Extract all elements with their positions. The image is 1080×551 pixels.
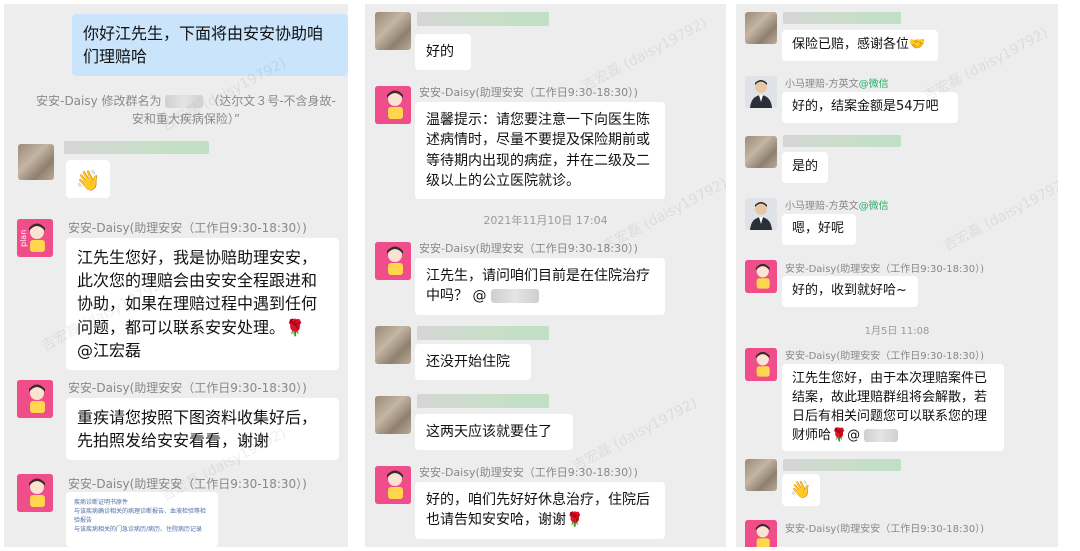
assistant-avatar[interactable] [745,260,777,293]
girl-avatar-icon [375,86,411,124]
assistant-avatar[interactable] [375,86,411,124]
wechat-tag: @微信 [858,201,889,212]
blurred-sender-name [64,141,209,154]
girl-avatar-icon [375,242,411,280]
assistant-avatar[interactable] [375,242,411,280]
message-bubble-emoji[interactable]: 👋 [782,474,820,506]
hand-emoji-icon: 👋 [790,480,812,500]
blurred-avatar[interactable] [745,136,777,168]
blurred-sender-name [783,12,901,24]
assistant-avatar[interactable] [17,380,53,418]
message-bubble[interactable]: 保险已赔，感谢各位🤝 [782,30,938,61]
card-line: 与该疾病相关的门急诊病历/病历、住院病历记录 [74,526,203,533]
message-bubble-self[interactable]: 你好江先生，下面将由安安协助咱们理赔哈 [72,14,348,77]
watermark: 吉宏磊 (daisy19792) [940,175,1058,255]
message-bubble[interactable]: 重疾请您按照下图资料收集好后，先拍照发给安安看看，谢谢 [66,398,339,461]
card-line: 疾病诊断证明书原件 [74,499,129,506]
blurred-sender-name [783,459,901,471]
girl-avatar-icon: plan [17,219,53,257]
mention[interactable]: @江宏磊 [77,341,141,360]
blurred-avatar[interactable] [375,396,411,434]
message-bubble-emoji[interactable]: 👋 [66,160,110,198]
blurred-sender-name [417,326,549,340]
sender-name: 安安-Daisy(助理安安（工作日9:30-18:30）) [785,264,985,275]
sender-name: 安安-Daisy(助理安安（工作日9:30-18:30）) [68,381,307,395]
sender-name: 安安-Daisy(助理安安（工作日9:30-18:30）) [419,86,638,99]
girl-avatar-icon [745,260,777,293]
blurred-sender-name [417,394,549,408]
blurred-sender-name [417,12,549,26]
card-line: 与该疾病确诊相关的病理诊断报告、血液检验等检验报告 [74,508,207,524]
hand-emoji-icon: 👋 [75,168,101,192]
blurred-sender-name [783,135,901,147]
girl-avatar-icon [17,474,53,512]
watermark: 吉宏磊 (daisy19792) [569,395,700,475]
message-bubble[interactable]: 江先生您好，由于本次理赔案件已结案，故此理赔群组将会解散，若日后有相关问题您可以… [782,364,1004,452]
message-bubble[interactable]: 好的，收到就好哈~ [782,276,918,307]
blurred-avatar[interactable] [375,326,411,364]
blurred-avatar[interactable] [18,144,54,180]
sender-name: 小马理赔-方英文@微信 [785,201,889,212]
message-bubble[interactable]: 江先生，请问咱们目前是在住院治疗中吗？ @ [415,258,665,315]
image-message-card[interactable]: 疾病诊断证明书原件 与该疾病确诊相关的病理诊断报告、血液检验等检验报告 与该疾病… [66,492,218,547]
sender-name: 安安-Daisy(助理安安（工作日9:30-18:30）) [785,351,985,362]
wechat-tag: @微信 [858,79,889,90]
message-bubble[interactable]: 好的 [415,34,471,70]
watermark: 吉宏磊 (daisy19792) [920,25,1051,105]
svg-text:plan: plan [19,230,28,247]
girl-avatar-icon [17,380,53,418]
assistant-avatar[interactable] [745,348,777,381]
girl-avatar-icon [375,466,411,504]
message-bubble[interactable]: 这两天应该就要住了 [415,414,573,450]
blurred-avatar[interactable] [745,459,777,491]
timestamp: 1月5日 11:08 [864,326,930,337]
agent-avatar[interactable] [745,198,777,230]
man-in-suit-icon [745,198,777,230]
blurred-mention [864,428,899,442]
sender-name: 小马理赔-方英文@微信 [785,79,889,90]
blurred-avatar[interactable] [375,12,411,50]
message-text: 江先生您好，我是协赔助理安安，此次您的理赔会由安安全程跟进和协助，如果在理赔过程… [77,248,318,337]
chat-panel-3: 保险已赔，感谢各位🤝 小马理赔-方英文@微信 好的，结案金额是54万吧 是的 小… [736,4,1058,547]
assistant-avatar[interactable]: plan [17,219,53,257]
sender-name: 安安-Daisy(助理安安（工作日9:30-18:30）) [68,221,307,235]
message-bubble[interactable]: 是的 [782,152,828,183]
man-in-suit-icon [745,76,777,108]
girl-avatar-icon [745,348,777,381]
message-bubble[interactable]: 还没开始住院 [415,344,531,380]
assistant-avatar[interactable] [745,520,777,547]
chat-panel-2: 好的 安安-Daisy(助理安安（工作日9:30-18:30）) 温馨提示：请您… [365,4,726,547]
sender-name: 安安-Daisy(助理安安（工作日9:30-18:30）) [785,524,985,535]
blurred-mention [490,289,539,304]
watermark: 吉宏磊 (daisy19792) [579,15,710,95]
message-bubble[interactable]: 嗯，好呢 [782,214,856,245]
assistant-avatar[interactable] [375,466,411,504]
message-bubble[interactable]: 好的，咱们先好好休息治疗，住院后也请告知安安哈，谢谢🌹 [415,482,665,539]
blurred-avatar[interactable] [745,12,777,44]
girl-avatar-icon [745,520,777,547]
agent-avatar[interactable] [745,76,777,108]
message-bubble[interactable]: 温馨提示：请您要注意一下向医生陈述病情时，尽量不要提及保险期前或等待期内出现的病… [415,102,665,200]
chat-panel-1: 你好江先生，下面将由安安协助咱们理赔哈 安安-Daisy 修改群名为 （达尔文３… [4,4,348,547]
assistant-avatar[interactable] [17,474,53,512]
sender-name: 安安-Daisy(助理安安（工作日9:30-18:30）) [419,466,638,479]
